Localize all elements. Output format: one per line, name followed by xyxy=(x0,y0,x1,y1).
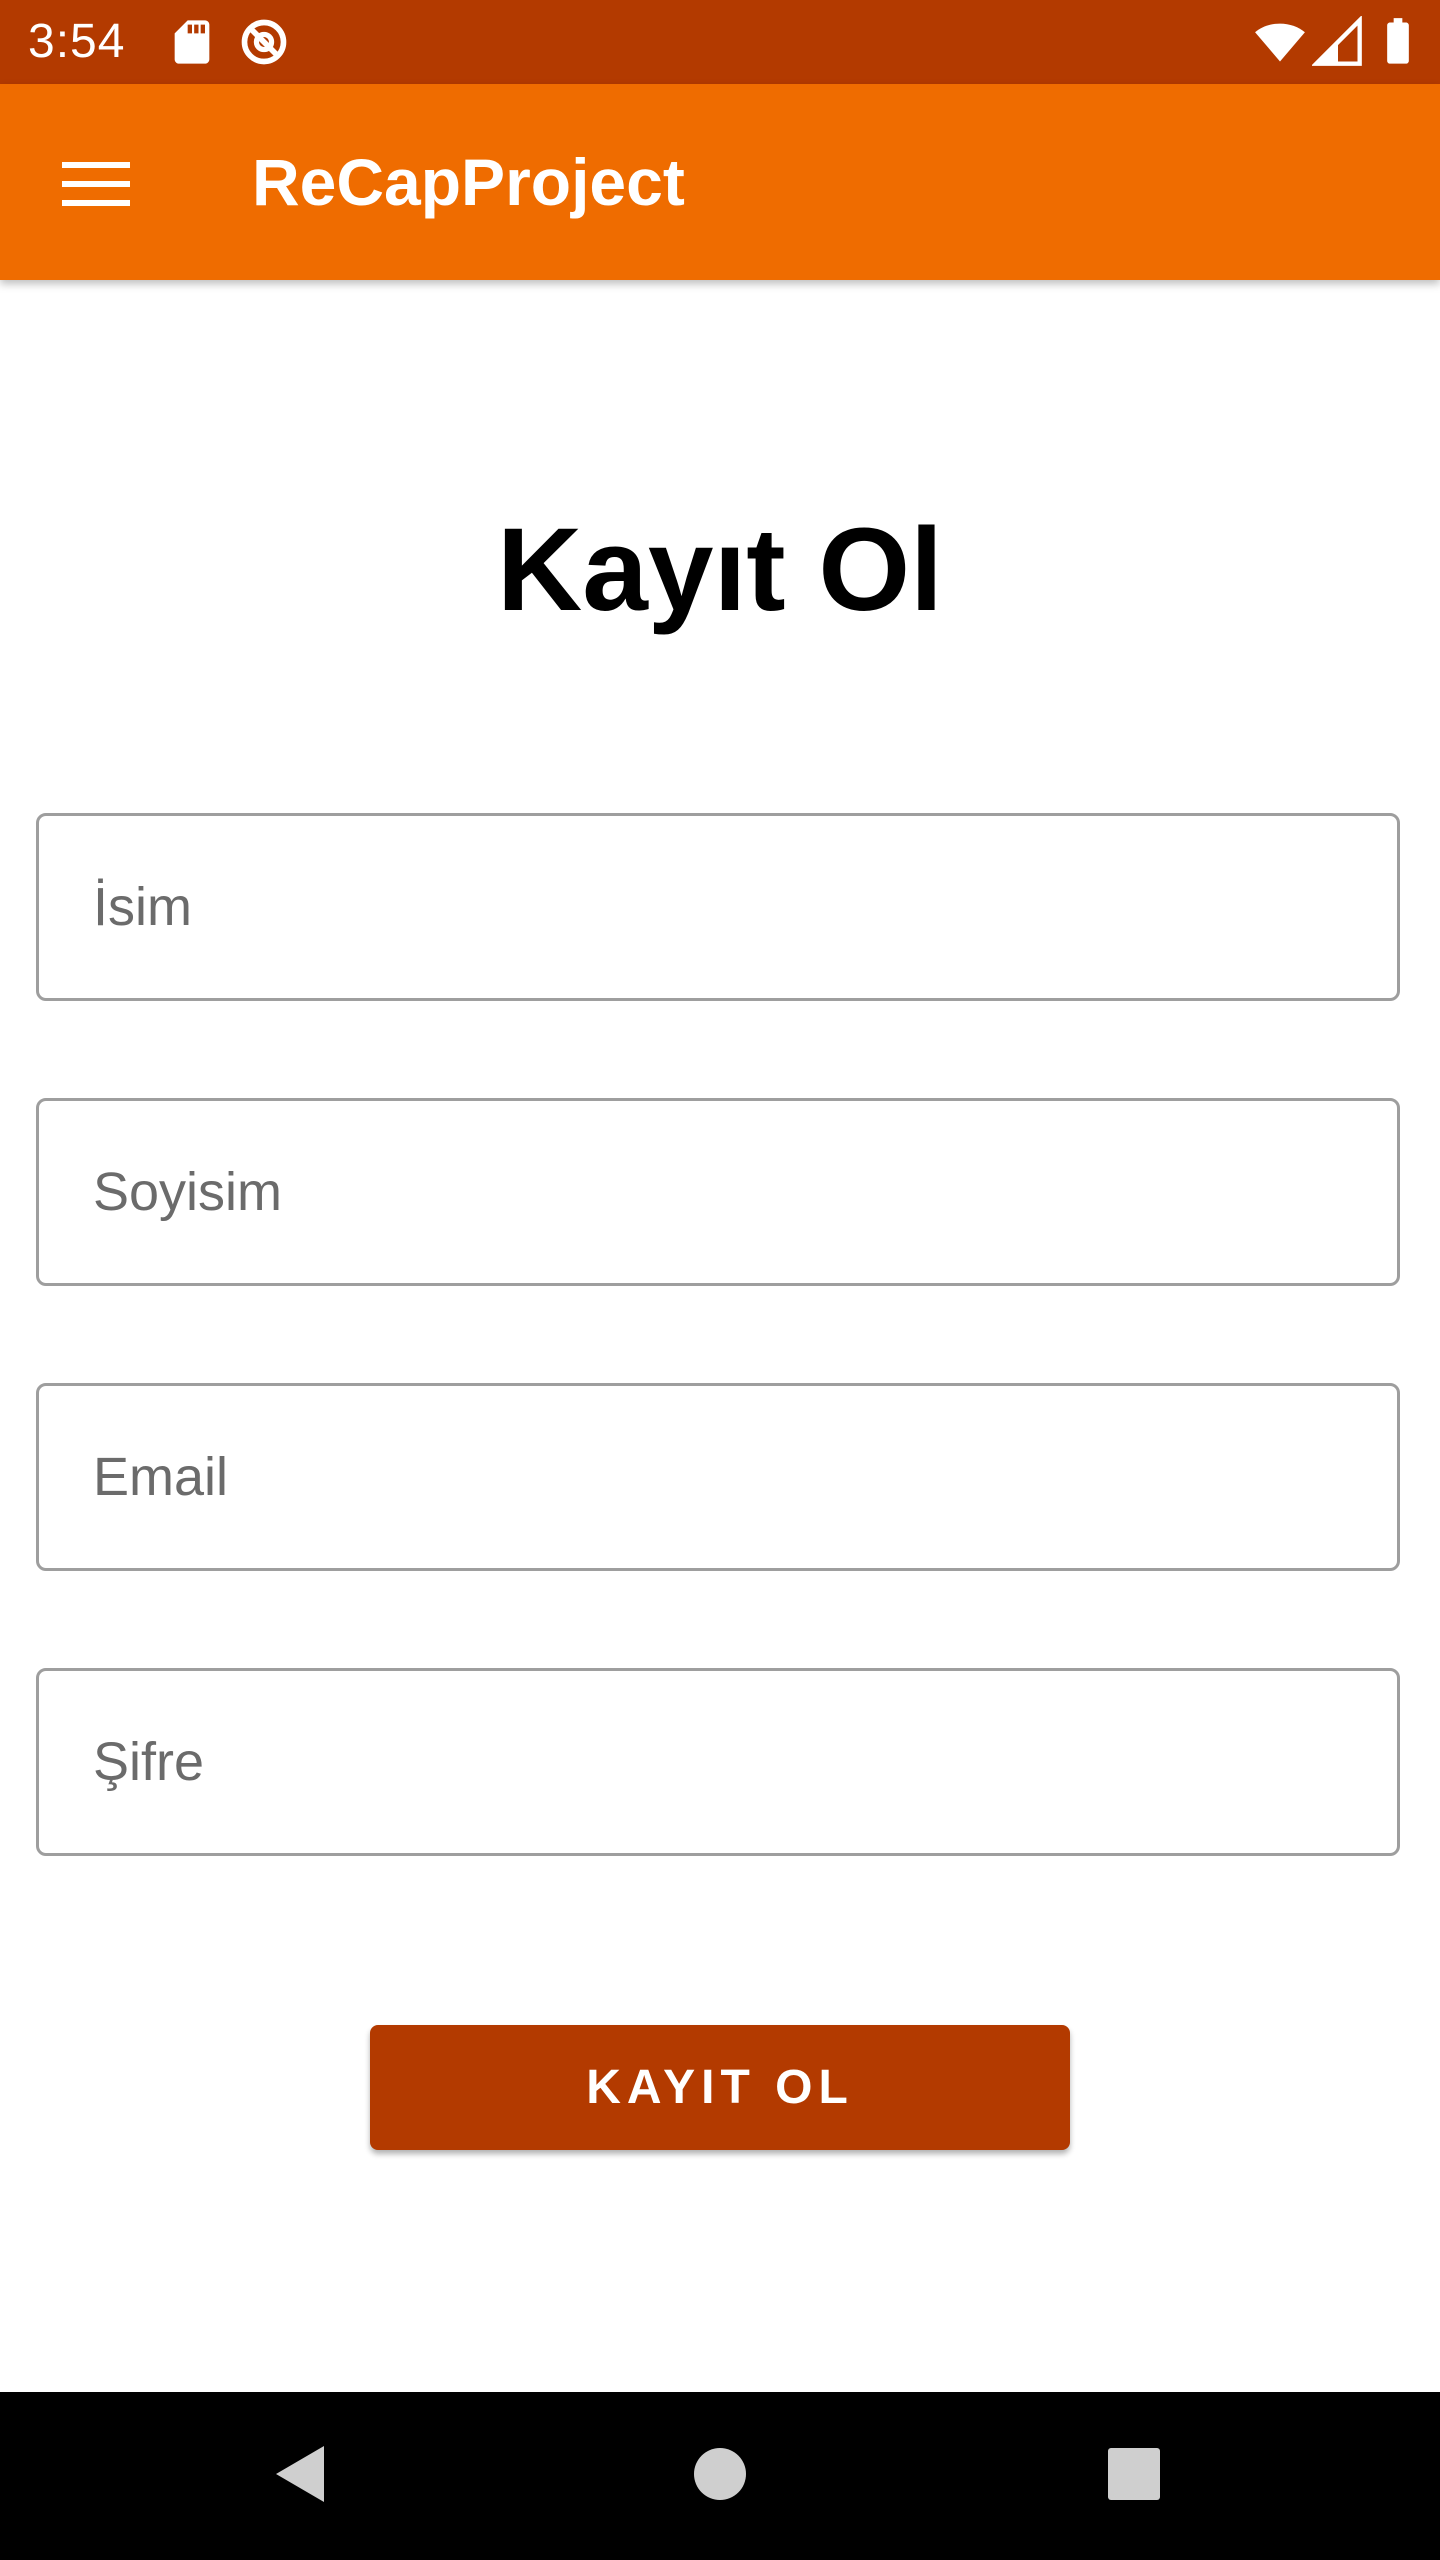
cellular-signal-icon xyxy=(1311,15,1364,68)
back-icon xyxy=(270,2442,330,2511)
sd-card-icon xyxy=(166,16,218,68)
home-icon xyxy=(692,2446,748,2507)
menu-button[interactable] xyxy=(48,138,144,234)
email-input[interactable] xyxy=(39,1386,1397,1568)
wifi-icon xyxy=(1254,16,1306,68)
password-field[interactable] xyxy=(36,1668,1400,1856)
app-bar: ReCapProject xyxy=(0,84,1440,280)
email-field[interactable] xyxy=(36,1383,1400,1571)
name-input[interactable] xyxy=(39,816,1397,998)
password-input[interactable] xyxy=(39,1671,1397,1853)
sync-disabled-icon xyxy=(238,16,290,68)
hamburger-menu-icon xyxy=(62,160,130,213)
recents-button[interactable] xyxy=(1074,2416,1194,2536)
back-button[interactable] xyxy=(240,2416,360,2536)
recents-icon xyxy=(1107,2447,1161,2506)
surname-field[interactable] xyxy=(36,1098,1400,1286)
page-title: Kayıt Ol xyxy=(497,504,943,636)
status-time: 3:54 xyxy=(28,15,126,68)
surname-input[interactable] xyxy=(39,1101,1397,1283)
status-bar: 3:54 xyxy=(0,0,1440,84)
home-button[interactable] xyxy=(660,2416,780,2536)
battery-icon xyxy=(1372,16,1424,68)
system-nav-bar xyxy=(0,2392,1440,2560)
register-button[interactable]: KAYIT OL xyxy=(370,2025,1070,2150)
app-title: ReCapProject xyxy=(252,145,685,219)
name-field[interactable] xyxy=(36,813,1400,1001)
